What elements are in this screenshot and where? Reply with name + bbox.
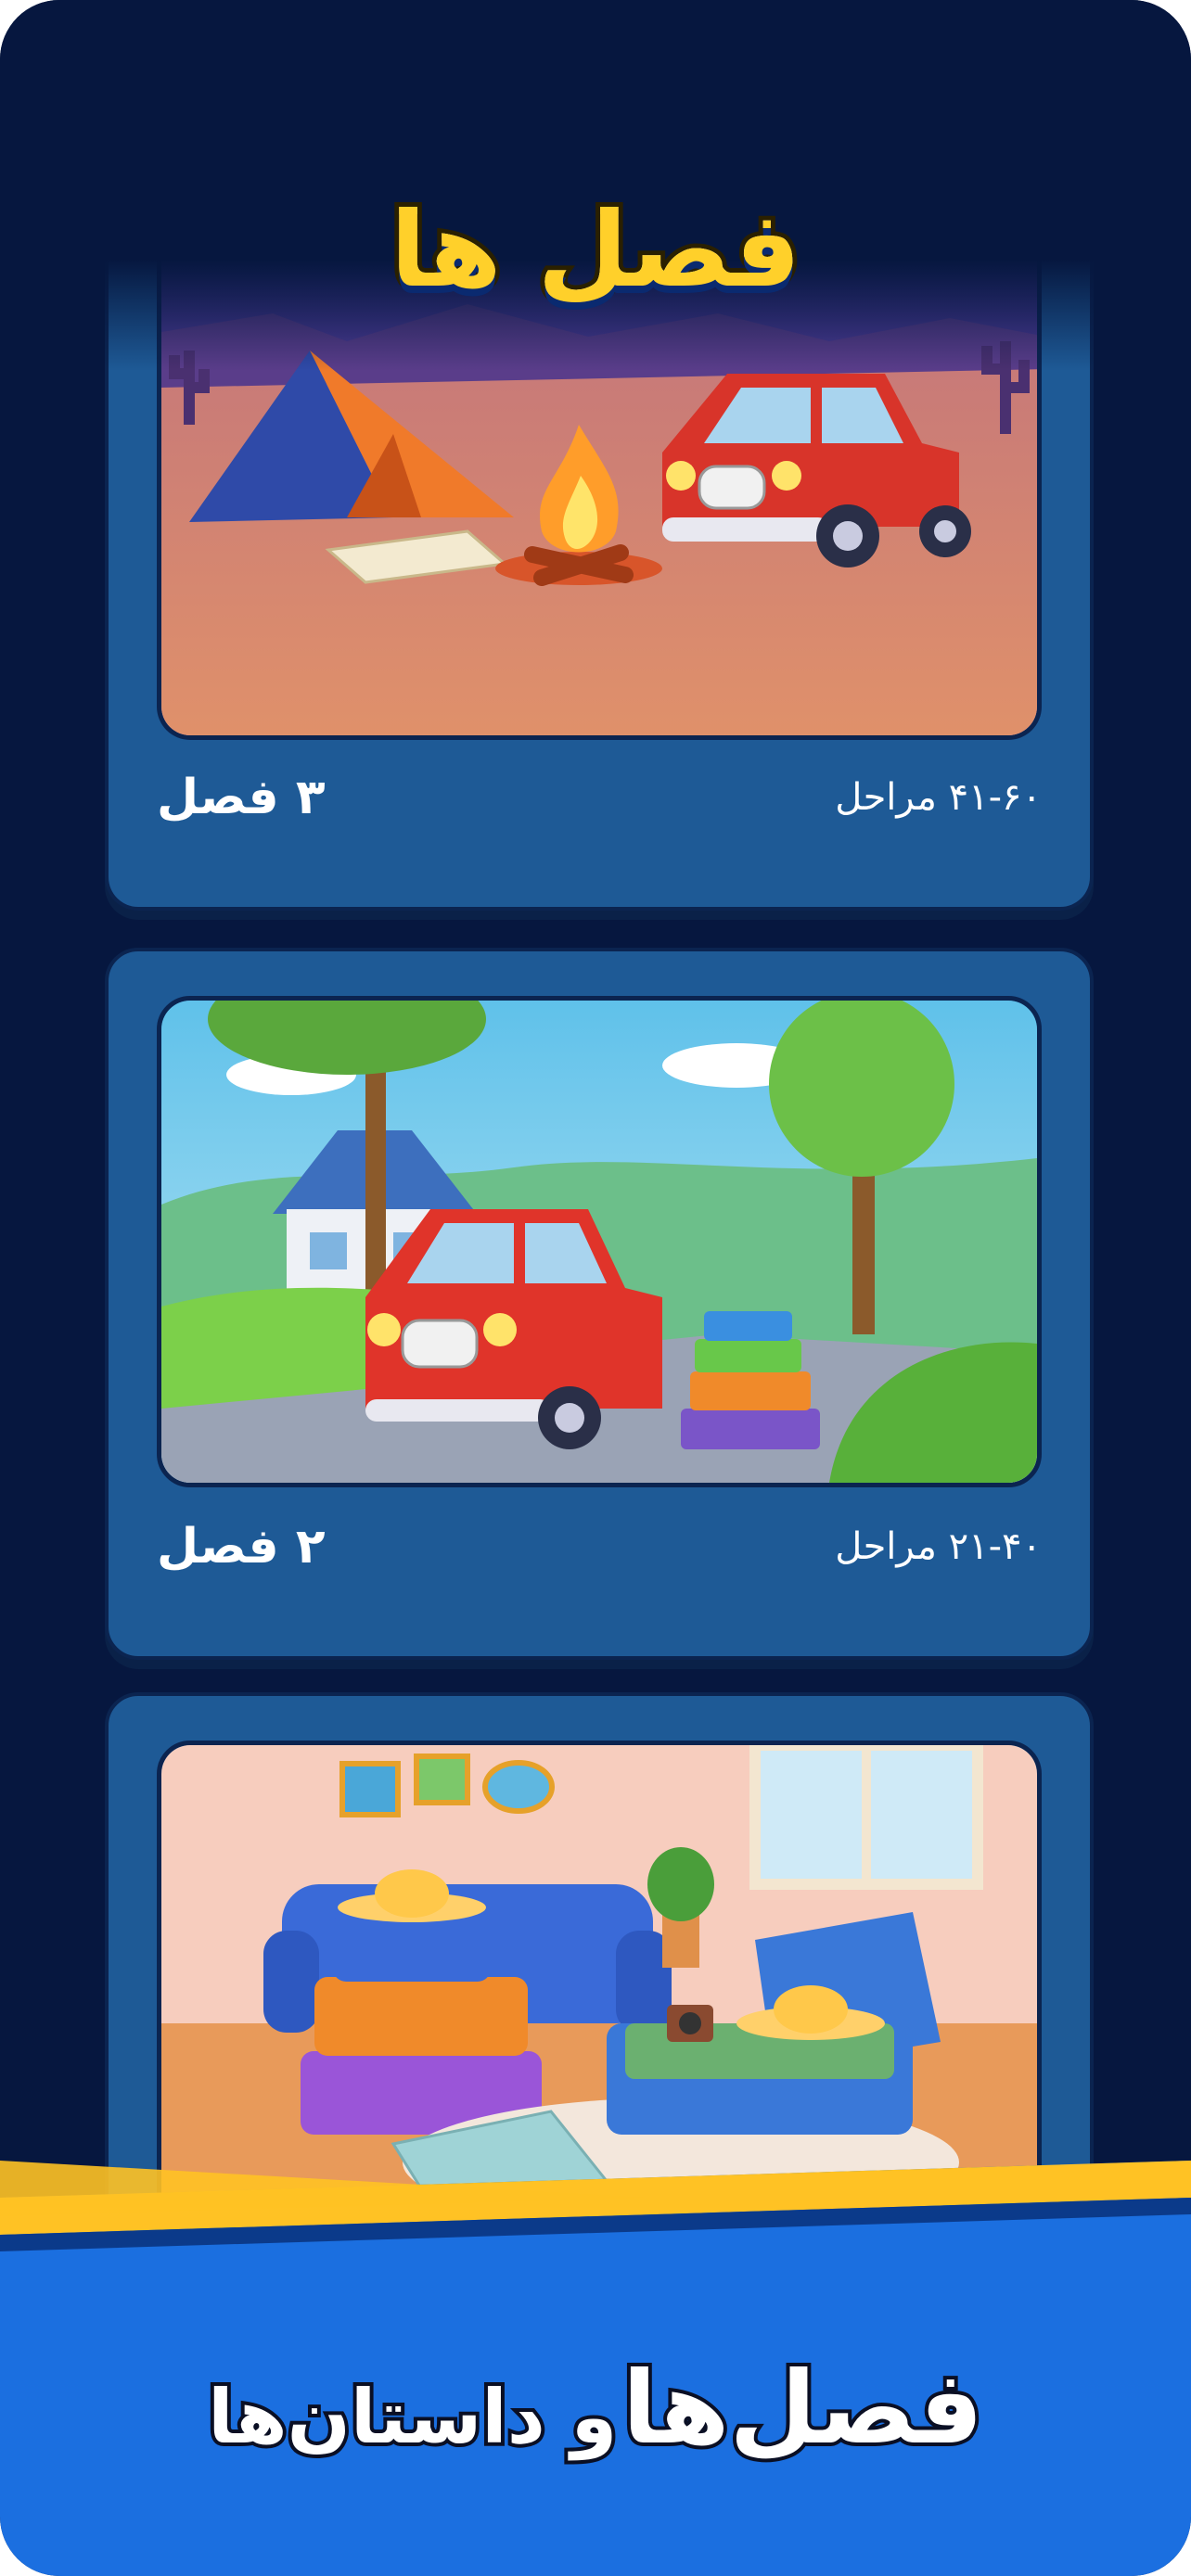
living-room-scene-illustration — [161, 1745, 1037, 2227]
chapter-number-label: ۳ فصل — [157, 770, 326, 825]
promo-caption-big: فصل‌ها — [619, 2347, 987, 2470]
header: فصل ها — [0, 158, 1191, 343]
promo-caption-small: و داستان‌ها — [204, 2370, 621, 2464]
chapter-image-house — [157, 996, 1042, 1487]
house-scene-illustration — [161, 1001, 1037, 1483]
chapter-image-living-room — [157, 1741, 1042, 2232]
chapter-info-row: ۲ فصل ۲۱-۴۰ مراحل — [157, 1510, 1042, 1584]
app-screen: ۳ فصل ۴۱-۶۰ مراحل ۲ فصل ۲۱-۴۰ مراحل فصل … — [0, 0, 1191, 2576]
page-title: فصل ها — [386, 185, 803, 315]
chapter-levels-label: ۴۱-۶۰ مراحل — [835, 776, 1042, 819]
chapter-levels-label: ۲۱-۴۰ مراحل — [835, 1525, 1042, 1568]
chapter-number-label: ۲ فصل — [157, 1519, 326, 1575]
promo-caption: فصل‌ها و داستان‌ها — [0, 2347, 1191, 2470]
chapter-info-row: ۳ فصل ۴۱-۶۰ مراحل — [157, 760, 1042, 835]
chapter-card-2[interactable]: ۲ فصل ۲۱-۴۰ مراحل — [105, 948, 1094, 1660]
